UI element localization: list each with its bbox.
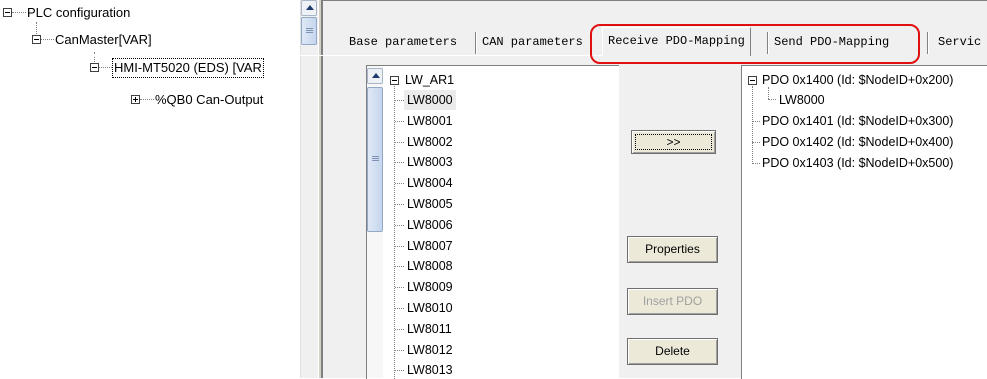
scroll-up-button[interactable] [301,0,317,16]
source-list-item[interactable]: LW8002 [407,132,453,152]
source-list-item[interactable]: LW8013 [407,360,453,379]
source-list-item[interactable]: LW8009 [407,277,453,297]
source-list-item[interactable]: LW8003 [407,152,453,172]
tab-service[interactable]: Servic [933,31,981,55]
scroll-thumb[interactable] [367,87,383,232]
properties-button[interactable]: Properties [627,236,718,263]
tree-node-plc-configuration[interactable]: PLC configuration [27,4,130,22]
pdo-mapping-tree[interactable]: PDO 0x1400 (Id: $NodeID+0x200) LW8000 PD… [741,65,987,379]
pdo-0x1401[interactable]: PDO 0x1401 (Id: $NodeID+0x300) [762,111,953,131]
collapse-toggle-icon[interactable] [32,35,41,44]
tab-receive-pdo-mapping[interactable]: Receive PDO-Mapping [602,27,751,56]
arrow-up-icon [372,73,380,78]
pdo-entry-lw8000[interactable]: LW8000 [779,90,825,110]
scroll-thumb[interactable] [301,17,317,45]
source-list-item[interactable]: LW8011 [407,319,452,339]
tree-node-hmi-mt5020[interactable]: HMI-MT5020 (EDS) [VAR [112,58,264,78]
properties-label: Properties [645,242,700,256]
collapse-toggle-icon[interactable] [390,76,399,85]
tab-can-parameters[interactable]: CAN parameters [477,31,588,55]
source-list-item[interactable]: LW8006 [407,215,453,235]
delete-button[interactable]: Delete [627,338,718,365]
insert-pdo-label: Insert PDO [642,294,703,308]
source-list-scrollbar[interactable] [367,66,383,378]
insert-pdo-button[interactable]: Insert PDO [627,288,718,315]
tree-node-qb0-can-output[interactable]: %QB0 Can-Output [155,91,263,109]
source-list-item[interactable]: LW8004 [407,173,453,193]
tab-send-pdo-mapping[interactable]: Send PDO-Mapping [769,31,894,55]
collapse-toggle-icon[interactable] [748,76,757,85]
source-list-item[interactable]: LW8008 [407,256,453,276]
scroll-up-button[interactable] [367,68,383,84]
source-list-item[interactable]: LW8012 [407,340,453,360]
source-list-item[interactable]: LW8000 [404,90,456,110]
map-arrow-button[interactable]: >> [631,130,716,154]
source-root-label[interactable]: LW_AR1 [405,70,454,90]
source-list-item[interactable]: LW8007 [407,236,453,256]
plc-configuration-tree[interactable]: PLC configuration CanMaster[VAR] HMI-MT5… [0,0,318,378]
pdo-0x1402[interactable]: PDO 0x1402 (Id: $NodeID+0x400) [762,132,953,152]
tab-base-parameters[interactable]: Base parameters [344,31,462,55]
source-list-item[interactable]: LW8010 [407,298,453,318]
expand-toggle-icon[interactable] [131,95,140,104]
collapse-toggle-icon[interactable] [3,8,12,17]
tree-node-canmaster[interactable]: CanMaster[VAR] [55,31,152,49]
pdo-0x1403[interactable]: PDO 0x1403 (Id: $NodeID+0x500) [762,153,953,173]
collapse-toggle-icon[interactable] [90,63,99,72]
source-list-item[interactable]: LW8005 [407,194,453,214]
tree-vertical-scrollbar[interactable] [300,0,318,378]
source-list-item[interactable]: LW8001 [407,111,453,131]
source-variable-tree[interactable]: LW_AR1 LW8000 LW8001 LW8002 LW8003 LW8004 LW8… [366,65,619,379]
pdo-0x1400[interactable]: PDO 0x1400 (Id: $NodeID+0x200) [762,70,953,90]
arrow-up-icon [306,5,314,10]
delete-label: Delete [655,344,690,358]
